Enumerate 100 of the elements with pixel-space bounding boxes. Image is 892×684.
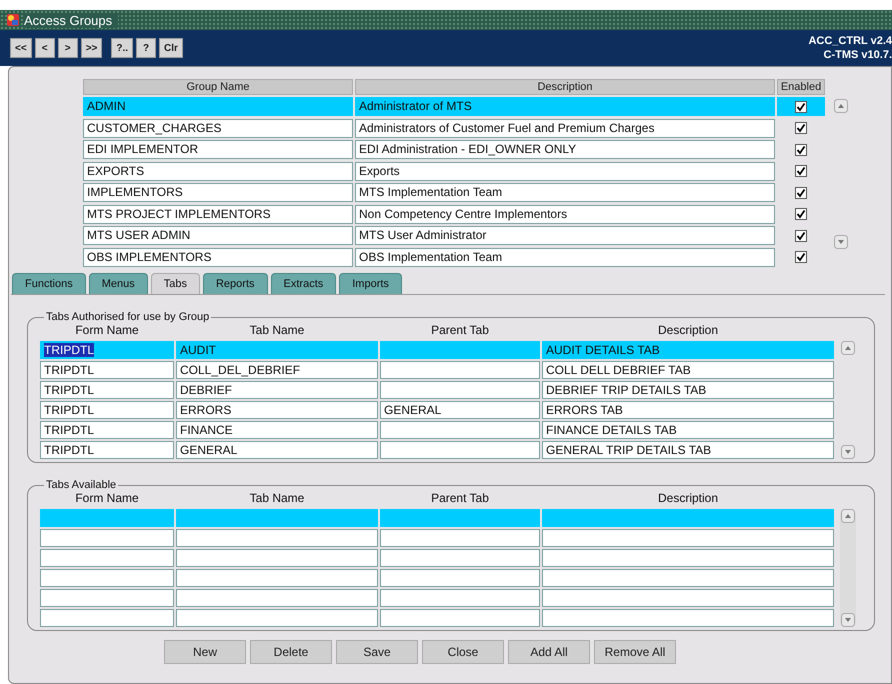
checkbox[interactable] bbox=[795, 251, 807, 263]
table-cell[interactable]: TRIPDTL bbox=[40, 381, 174, 399]
toolbar-button[interactable]: > bbox=[58, 38, 78, 58]
table-cell[interactable]: FINANCE bbox=[176, 421, 378, 439]
action-button[interactable]: New bbox=[164, 640, 246, 664]
table-cell[interactable] bbox=[380, 381, 540, 399]
table-cell[interactable] bbox=[40, 529, 174, 547]
table-cell[interactable] bbox=[380, 569, 540, 587]
checkbox[interactable] bbox=[795, 122, 807, 134]
scrollbar[interactable] bbox=[840, 509, 856, 627]
action-button[interactable]: Delete bbox=[250, 640, 332, 664]
tab[interactable]: Imports bbox=[339, 273, 402, 294]
scroll-down-icon[interactable] bbox=[841, 613, 855, 627]
tab[interactable]: Reports bbox=[202, 273, 268, 294]
table-cell[interactable] bbox=[176, 509, 378, 527]
toolbar-button[interactable]: >> bbox=[80, 38, 102, 58]
table-cell[interactable] bbox=[380, 529, 540, 547]
table-cell[interactable]: OBS Implementation Team bbox=[355, 248, 775, 266]
toolbar-button[interactable]: ?.. bbox=[111, 38, 134, 58]
action-button[interactable]: Save bbox=[336, 640, 418, 664]
table-cell[interactable]: AUDIT DETAILS TAB bbox=[542, 341, 834, 359]
table-cell[interactable] bbox=[380, 549, 540, 567]
table-cell[interactable] bbox=[380, 609, 540, 627]
table-cell[interactable]: TRIPDTL bbox=[40, 341, 174, 359]
table-cell[interactable]: MTS USER ADMIN bbox=[83, 226, 353, 245]
table-cell[interactable]: Administrator of MTS bbox=[355, 97, 775, 116]
table-cell[interactable]: COLL DELL DEBRIEF TAB bbox=[542, 361, 834, 379]
table-cell[interactable]: GENERAL TRIP DETAILS TAB bbox=[542, 441, 834, 459]
table-cell[interactable]: GENERAL bbox=[176, 441, 378, 459]
table-cell[interactable]: OBS IMPLEMENTORS bbox=[83, 248, 353, 266]
checkbox[interactable] bbox=[795, 186, 807, 198]
action-button[interactable]: Remove All bbox=[594, 640, 676, 664]
table-cell[interactable] bbox=[542, 529, 834, 547]
table-cell[interactable] bbox=[40, 589, 174, 607]
tab[interactable]: Tabs bbox=[150, 273, 200, 294]
table-cell[interactable]: COLL_DEL_DEBRIEF bbox=[176, 361, 378, 379]
table-cell[interactable] bbox=[176, 549, 378, 567]
checkbox[interactable] bbox=[795, 100, 807, 112]
tab[interactable]: Menus bbox=[88, 273, 148, 294]
table-cell[interactable]: IMPLEMENTORS bbox=[83, 183, 353, 202]
checkbox[interactable] bbox=[795, 230, 807, 242]
table-cell[interactable]: EXPORTS bbox=[83, 162, 353, 180]
table-cell[interactable]: DEBRIEF bbox=[176, 381, 378, 399]
table-cell[interactable]: CUSTOMER_CHARGES bbox=[83, 118, 353, 138]
table-cell[interactable]: TRIPDTL bbox=[40, 421, 174, 439]
scroll-up-icon[interactable] bbox=[841, 341, 855, 355]
table-cell[interactable] bbox=[380, 421, 540, 439]
action-button[interactable]: Close bbox=[422, 640, 504, 664]
table-cell[interactable]: EDI IMPLEMENTOR bbox=[83, 140, 353, 159]
table-cell[interactable] bbox=[542, 509, 834, 527]
table-cell[interactable]: TRIPDTL bbox=[40, 441, 174, 459]
tab[interactable]: Extracts bbox=[270, 273, 336, 294]
tab[interactable]: Functions bbox=[12, 273, 86, 294]
table-cell[interactable] bbox=[380, 509, 540, 527]
table-cell[interactable]: TRIPDTL bbox=[40, 361, 174, 379]
table-cell[interactable]: ADMIN bbox=[83, 97, 353, 116]
table-cell[interactable] bbox=[176, 589, 378, 607]
table-cell[interactable] bbox=[542, 549, 834, 567]
table-cell[interactable]: Administrators of Customer Fuel and Premium Charges bbox=[355, 118, 775, 138]
checkbox[interactable] bbox=[795, 165, 807, 177]
checkbox[interactable] bbox=[795, 208, 807, 220]
table-cell[interactable] bbox=[40, 549, 174, 567]
table-cell[interactable]: FINANCE DETAILS TAB bbox=[542, 421, 834, 439]
table-cell[interactable]: MTS User Administrator bbox=[355, 226, 775, 245]
toolbar-button[interactable]: << bbox=[10, 38, 32, 58]
table-cell[interactable]: MTS Implementation Team bbox=[355, 183, 775, 202]
table-cell[interactable] bbox=[176, 609, 378, 627]
table-cell[interactable] bbox=[542, 609, 834, 627]
table-cell[interactable]: AUDIT bbox=[176, 341, 378, 359]
table-cell[interactable]: ERRORS TAB bbox=[542, 401, 834, 419]
table-cell[interactable]: Non Competency Centre Implementors bbox=[355, 204, 775, 224]
table-cell[interactable] bbox=[40, 569, 174, 587]
table-cell[interactable] bbox=[40, 609, 174, 627]
table-cell[interactable]: Exports bbox=[355, 162, 775, 180]
table-cell[interactable]: ERRORS bbox=[176, 401, 378, 419]
table-cell[interactable]: EDI Administration - EDI_OWNER ONLY bbox=[355, 140, 775, 159]
table-cell[interactable]: DEBRIEF TRIP DETAILS TAB bbox=[542, 381, 834, 399]
toolbar-button[interactable]: Clr bbox=[159, 38, 183, 58]
scroll-up-icon[interactable] bbox=[841, 509, 855, 523]
action-button[interactable]: Add All bbox=[508, 640, 590, 664]
scrollbar[interactable] bbox=[833, 99, 849, 249]
table-cell[interactable] bbox=[40, 509, 174, 527]
table-cell[interactable] bbox=[542, 569, 834, 587]
table-cell[interactable] bbox=[380, 589, 540, 607]
table-cell[interactable]: GENERAL bbox=[380, 401, 540, 419]
toolbar-button[interactable]: ? bbox=[136, 38, 156, 58]
checkbox[interactable] bbox=[795, 144, 807, 156]
scrollbar[interactable] bbox=[840, 341, 856, 459]
table-cell[interactable]: TRIPDTL bbox=[40, 401, 174, 419]
table-cell[interactable]: MTS PROJECT IMPLEMENTORS bbox=[83, 204, 353, 224]
scroll-down-icon[interactable] bbox=[841, 445, 855, 459]
toolbar-button[interactable]: < bbox=[34, 38, 55, 58]
scroll-up-icon[interactable] bbox=[834, 99, 848, 113]
table-cell[interactable] bbox=[380, 361, 540, 379]
scroll-down-icon[interactable] bbox=[834, 235, 848, 249]
table-cell[interactable] bbox=[542, 589, 834, 607]
table-cell[interactable] bbox=[176, 529, 378, 547]
table-cell[interactable] bbox=[380, 441, 540, 459]
table-cell[interactable] bbox=[380, 341, 540, 359]
table-cell[interactable] bbox=[176, 569, 378, 587]
